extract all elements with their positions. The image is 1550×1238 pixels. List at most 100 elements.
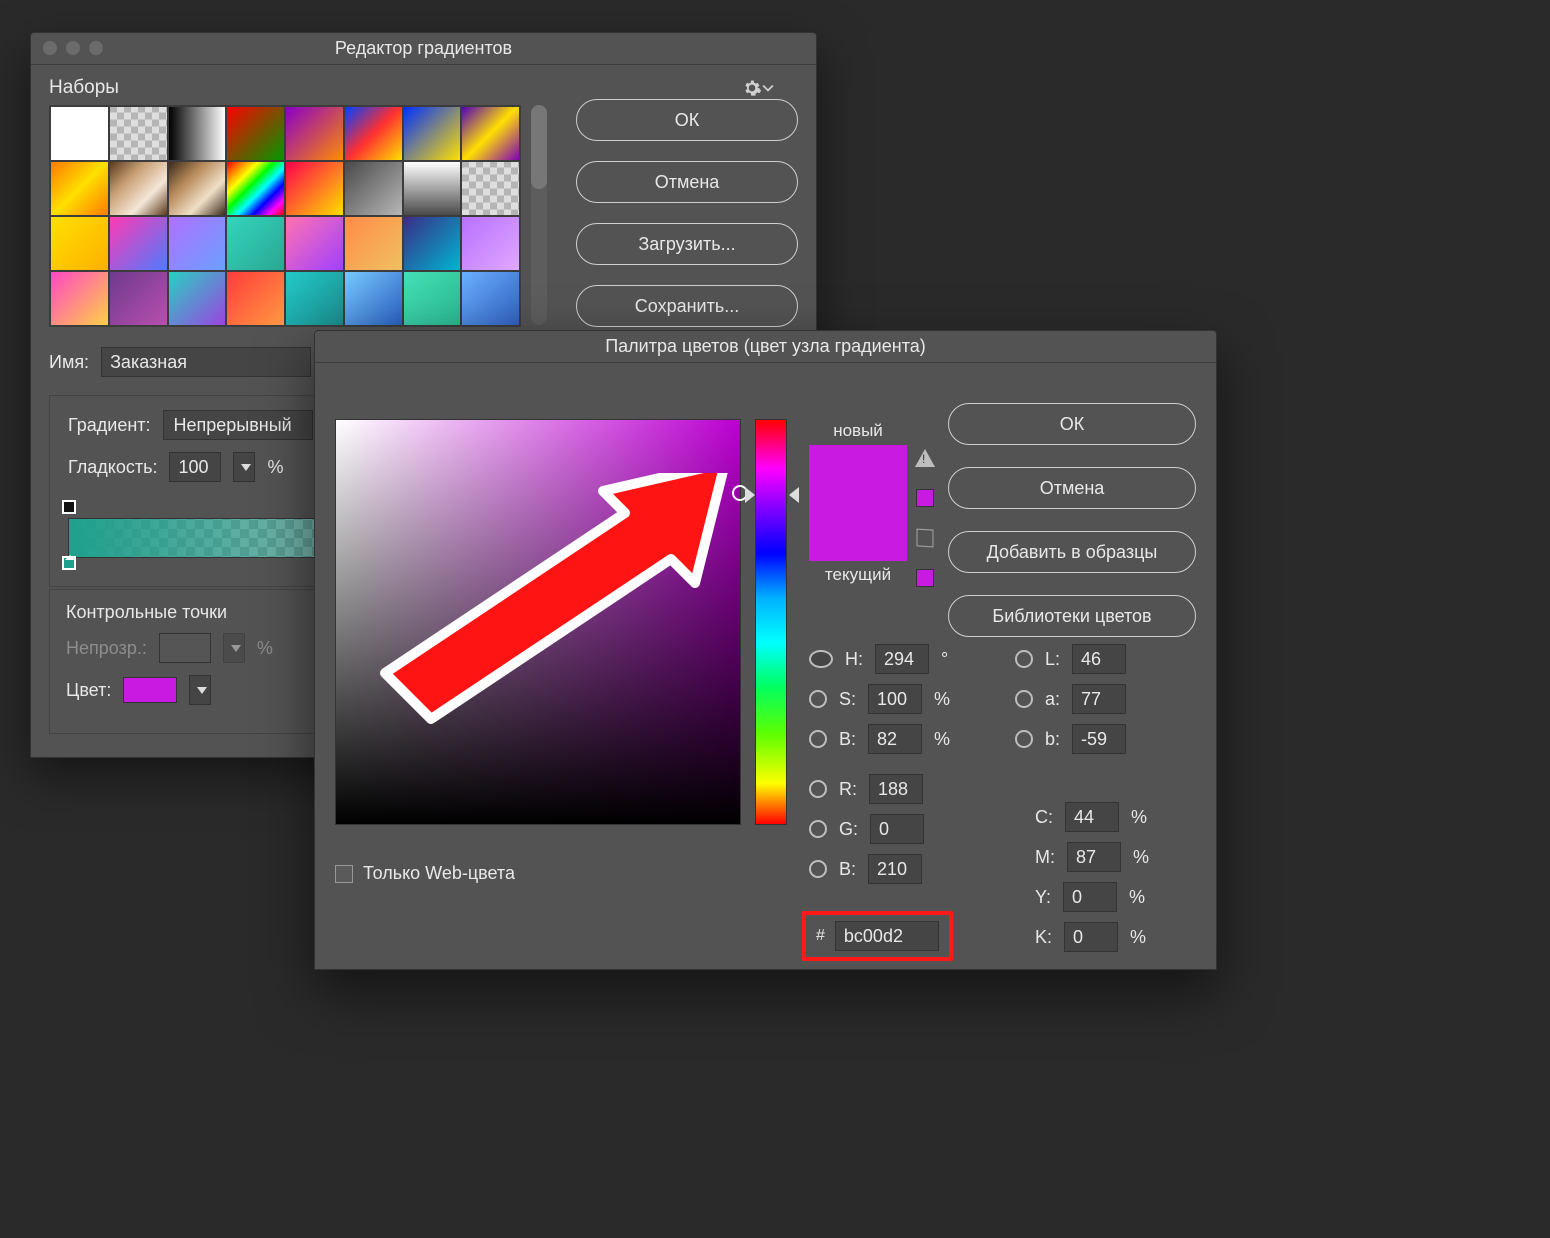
s-input[interactable] (868, 684, 922, 714)
cancel-button[interactable]: Отмена (948, 467, 1196, 509)
preset-swatch[interactable] (461, 106, 520, 161)
smoothness-stepper[interactable] (233, 452, 255, 482)
preset-swatch[interactable] (226, 216, 285, 271)
gradient-editor-titlebar[interactable]: Редактор градиентов (31, 33, 816, 65)
preset-swatch[interactable] (109, 271, 168, 326)
preset-swatch[interactable] (285, 216, 344, 271)
gradient-type-select[interactable]: Непрерывный (163, 410, 313, 440)
a-input[interactable] (1072, 684, 1126, 714)
preset-swatch[interactable] (403, 161, 462, 216)
preset-swatch[interactable] (50, 271, 109, 326)
preset-swatch[interactable] (168, 271, 227, 326)
preset-swatch[interactable] (461, 161, 520, 216)
preset-swatch[interactable] (344, 216, 403, 271)
save-button[interactable]: Сохранить... (576, 285, 798, 327)
bch-label: B: (839, 859, 856, 880)
hue-slider[interactable] (755, 419, 787, 825)
ok-button[interactable]: ОК (948, 403, 1196, 445)
hue-pointer-right[interactable] (789, 487, 799, 503)
cancel-button[interactable]: Отмена (576, 161, 798, 203)
preset-swatch[interactable] (403, 216, 462, 271)
l-radio[interactable] (1015, 650, 1033, 668)
preset-swatch[interactable] (461, 271, 520, 326)
percent-sign: % (934, 729, 950, 750)
l-input[interactable] (1072, 644, 1126, 674)
add-to-swatches-button[interactable]: Добавить в образцы (948, 531, 1196, 573)
only-web-label: Только Web-цвета (363, 863, 515, 884)
saturation-value-field[interactable] (335, 419, 741, 825)
c-input[interactable] (1065, 802, 1119, 832)
hex-input[interactable] (835, 921, 939, 951)
preset-swatch[interactable] (109, 216, 168, 271)
load-button[interactable]: Загрузить... (576, 223, 798, 265)
preset-swatch[interactable] (168, 106, 227, 161)
presets-menu-button[interactable] (742, 78, 774, 98)
h-radio[interactable] (809, 650, 833, 668)
bch-input[interactable] (868, 854, 922, 884)
preset-swatch[interactable] (50, 106, 109, 161)
y-input[interactable] (1063, 882, 1117, 912)
lab-b-radio[interactable] (1015, 730, 1033, 748)
preset-swatch[interactable] (109, 106, 168, 161)
preset-swatch[interactable] (403, 271, 462, 326)
presets-grid[interactable] (49, 105, 521, 327)
a-radio[interactable] (1015, 690, 1033, 708)
preset-swatch[interactable] (285, 106, 344, 161)
preset-swatch[interactable] (226, 106, 285, 161)
s-label: S: (839, 689, 856, 710)
websafe-swatch[interactable] (916, 569, 934, 587)
r-input[interactable] (869, 774, 923, 804)
b-radio[interactable] (809, 730, 827, 748)
preset-swatch[interactable] (168, 216, 227, 271)
k-input[interactable] (1064, 922, 1118, 952)
preset-swatch[interactable] (226, 271, 285, 326)
bch-radio[interactable] (809, 860, 827, 878)
ok-button[interactable]: ОК (576, 99, 798, 141)
preset-swatch[interactable] (109, 161, 168, 216)
m-input[interactable] (1067, 842, 1121, 872)
color-picker-titlebar[interactable]: Палитра цветов (цвет узла градиента) (315, 331, 1216, 363)
color-stop[interactable] (62, 556, 76, 570)
preset-swatch[interactable] (168, 161, 227, 216)
preset-swatch[interactable] (403, 106, 462, 161)
r-radio[interactable] (809, 780, 827, 798)
close-icon[interactable] (43, 41, 57, 55)
h-input[interactable] (875, 644, 929, 674)
gamut-swatch[interactable] (916, 489, 934, 507)
color-stepper[interactable] (189, 675, 211, 705)
minimize-icon[interactable] (66, 41, 80, 55)
current-color-swatch[interactable] (809, 503, 907, 561)
preset-swatch[interactable] (226, 161, 285, 216)
lab-b-label: b: (1045, 729, 1060, 750)
zoom-icon[interactable] (89, 41, 103, 55)
preset-swatch[interactable] (50, 216, 109, 271)
cube-icon[interactable] (917, 529, 934, 548)
color-label: Цвет: (66, 680, 111, 701)
preset-swatch[interactable] (344, 271, 403, 326)
preset-swatch[interactable] (285, 271, 344, 326)
opacity-stop[interactable] (62, 500, 76, 514)
opacity-label: Непрозр.: (66, 638, 147, 659)
lab-b-input[interactable] (1072, 724, 1126, 754)
preset-swatch[interactable] (285, 161, 344, 216)
smoothness-input[interactable] (169, 452, 221, 482)
g-label: G: (839, 819, 858, 840)
preset-swatch[interactable] (461, 216, 520, 271)
gamut-warning-icon[interactable] (915, 449, 935, 467)
g-input[interactable] (870, 814, 924, 844)
b-input[interactable] (868, 724, 922, 754)
hue-pointer-left[interactable] (745, 487, 755, 503)
preset-swatch[interactable] (344, 161, 403, 216)
preset-swatch[interactable] (344, 106, 403, 161)
presets-scrollbar[interactable] (531, 105, 547, 325)
color-libraries-button[interactable]: Библиотеки цветов (948, 595, 1196, 637)
window-controls[interactable] (43, 41, 103, 55)
gradient-name-input[interactable] (101, 347, 311, 377)
preset-swatch[interactable] (50, 161, 109, 216)
chevron-down-icon (231, 645, 241, 652)
s-radio[interactable] (809, 690, 827, 708)
color-swatch[interactable] (123, 677, 177, 703)
only-web-checkbox[interactable] (335, 865, 353, 883)
l-label: L: (1045, 649, 1060, 670)
g-radio[interactable] (809, 820, 827, 838)
